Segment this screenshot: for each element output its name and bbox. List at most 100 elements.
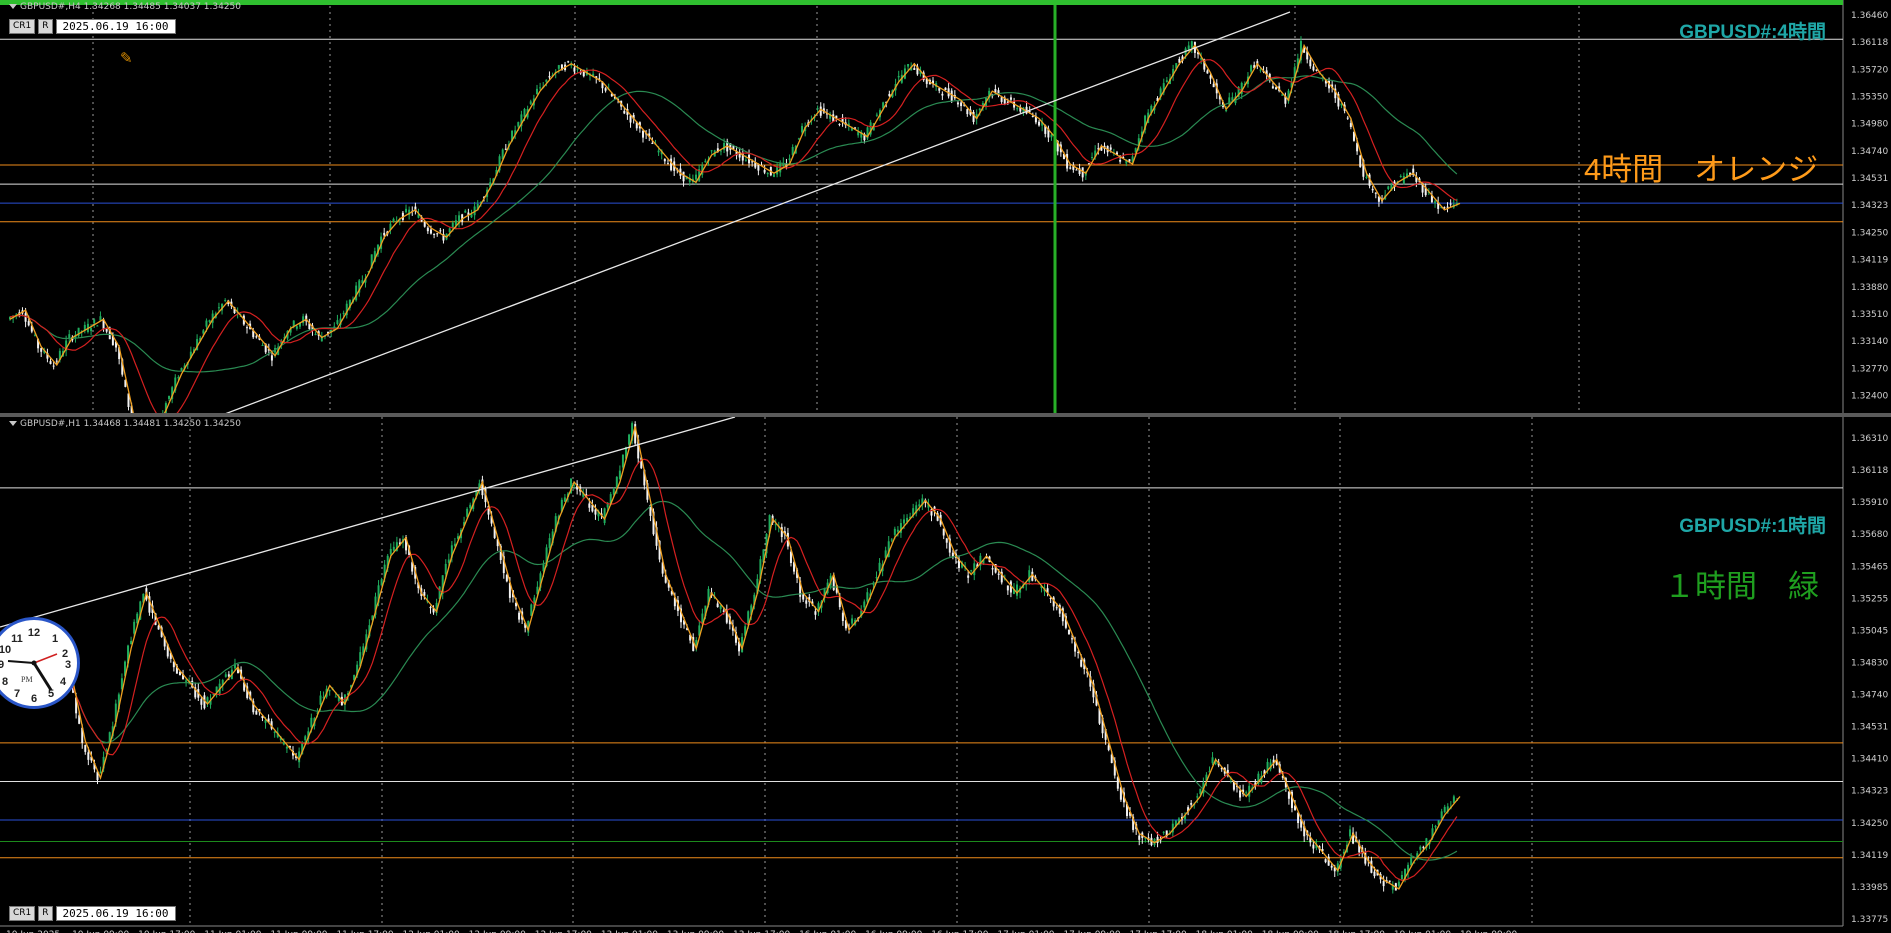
candle-body [779, 163, 782, 173]
candle-body [651, 142, 654, 144]
candle-body [1440, 811, 1443, 819]
signal-icon[interactable]: ✎ [120, 49, 133, 67]
candle-body [956, 102, 959, 105]
candle-body [1212, 83, 1215, 88]
price-tick-label: 1.32770 [1851, 364, 1888, 374]
h1-annotation: １時間 緑 [1664, 569, 1819, 604]
candle-body [505, 574, 508, 582]
candle-body [523, 108, 526, 117]
candle-body [1055, 607, 1058, 609]
candle-body [208, 320, 211, 322]
candle-body [96, 325, 99, 327]
candle-body [535, 88, 538, 94]
candle-body [967, 575, 970, 578]
candle-body [1382, 881, 1385, 887]
candle-body [1245, 792, 1248, 794]
candle-body [206, 697, 209, 702]
candle-body [945, 538, 948, 543]
candle-body [224, 674, 227, 677]
svg-text:3: 3 [65, 659, 71, 671]
price-tick-label: 1.34740 [1851, 147, 1888, 157]
candle-body [40, 348, 43, 352]
candle-body [1031, 115, 1034, 117]
price-tick-label: 1.34323 [1851, 201, 1888, 211]
candle-body [1231, 97, 1234, 101]
candle-body [657, 150, 660, 153]
datetime-field[interactable]: 2025.06.19 16:00 [55, 906, 176, 921]
price-tick-label: 1.35910 [1851, 498, 1888, 508]
fast-moving-average-line [9, 59, 1458, 413]
candle-body [1388, 880, 1391, 882]
candle-body [1446, 206, 1449, 208]
candle-body [105, 328, 108, 332]
candle-body [832, 114, 835, 122]
candle-body [1067, 629, 1070, 635]
candle-body [470, 214, 473, 218]
price-tick-label: 1.34119 [1851, 256, 1888, 266]
candle-body [704, 160, 707, 163]
price-tick-label: 1.34980 [1851, 120, 1888, 130]
candle-body [1211, 757, 1214, 764]
price-tick-label: 1.32400 [1851, 391, 1888, 401]
price-tick-label: 1.35465 [1851, 562, 1888, 572]
svg-text:11: 11 [11, 633, 23, 645]
candle-body [1091, 157, 1094, 159]
candle-body [960, 102, 963, 107]
price-tick-label: 1.35350 [1851, 93, 1888, 103]
r-button[interactable]: R [38, 19, 53, 34]
trend-line [0, 417, 736, 628]
candle-body [838, 123, 841, 125]
h4-chart-canvas[interactable]: 1.36460 1.36118 1.35720 1.35350 1.34980 1.347… [0, 0, 1891, 413]
trend-line [225, 11, 1291, 413]
chart-menu-icon[interactable] [9, 4, 17, 9]
candle-body [621, 454, 624, 468]
svg-text:1: 1 [52, 633, 58, 645]
candle-body [389, 548, 392, 555]
price-tick-label: 1.34740 [1851, 691, 1888, 701]
h1-chart-pane[interactable]: 1.36310 1.36118 1.35910 1.35680 1.35465 1.352… [0, 417, 1891, 933]
candle-body [1239, 790, 1242, 798]
candle-body [772, 174, 775, 177]
candle-body [310, 717, 313, 728]
candle-body [1330, 865, 1333, 868]
candle-body [1312, 844, 1315, 849]
candle-body [1434, 201, 1437, 203]
candle-body [805, 600, 808, 604]
svg-text:4: 4 [60, 676, 67, 688]
price-tick-label: 1.34250 [1851, 228, 1888, 238]
candle-body [1281, 94, 1284, 96]
candle-body [890, 539, 893, 541]
candle-body [1016, 584, 1019, 596]
candle-body [270, 355, 273, 361]
price-tick-label: 1.35255 [1851, 594, 1888, 604]
candle-body [628, 434, 631, 445]
candle-body [1050, 134, 1053, 138]
h1-chart-canvas[interactable]: 1.36310 1.36118 1.35910 1.35680 1.35465 1.352… [0, 417, 1891, 933]
datetime-field[interactable]: 2025.06.19 16:00 [55, 19, 176, 34]
price-tick-label: 1.33510 [1851, 310, 1888, 320]
candle-body [716, 603, 719, 608]
zigzag-indicator-line [9, 43, 1461, 413]
candle-body [202, 330, 205, 334]
candle-body [1196, 796, 1199, 798]
candle-body [1312, 66, 1315, 71]
price-tick-label: 1.36118 [1851, 38, 1888, 48]
slow-moving-average-line [9, 75, 1458, 373]
candle-body [1187, 45, 1190, 50]
candle-body [334, 696, 337, 698]
svg-text:10: 10 [0, 644, 11, 656]
h4-chart-pane[interactable]: 1.36460 1.36118 1.35720 1.35350 1.34980 1.347… [0, 0, 1891, 413]
svg-text:7: 7 [14, 688, 20, 700]
clock-widget[interactable]: 12 1 2 345 678 9 10 11 PM [0, 617, 80, 709]
candle-body [710, 150, 713, 152]
candle-body [896, 529, 899, 532]
price-tick-label: 1.35680 [1851, 530, 1888, 540]
cr1-button[interactable]: CR1 [9, 19, 36, 34]
cr1-button[interactable]: CR1 [9, 906, 36, 921]
candle-body [545, 79, 548, 82]
candle-body [87, 752, 90, 760]
candle-body [682, 171, 685, 182]
chart-menu-icon[interactable] [9, 421, 17, 426]
candle-body [1275, 87, 1278, 90]
r-button[interactable]: R [38, 906, 53, 921]
